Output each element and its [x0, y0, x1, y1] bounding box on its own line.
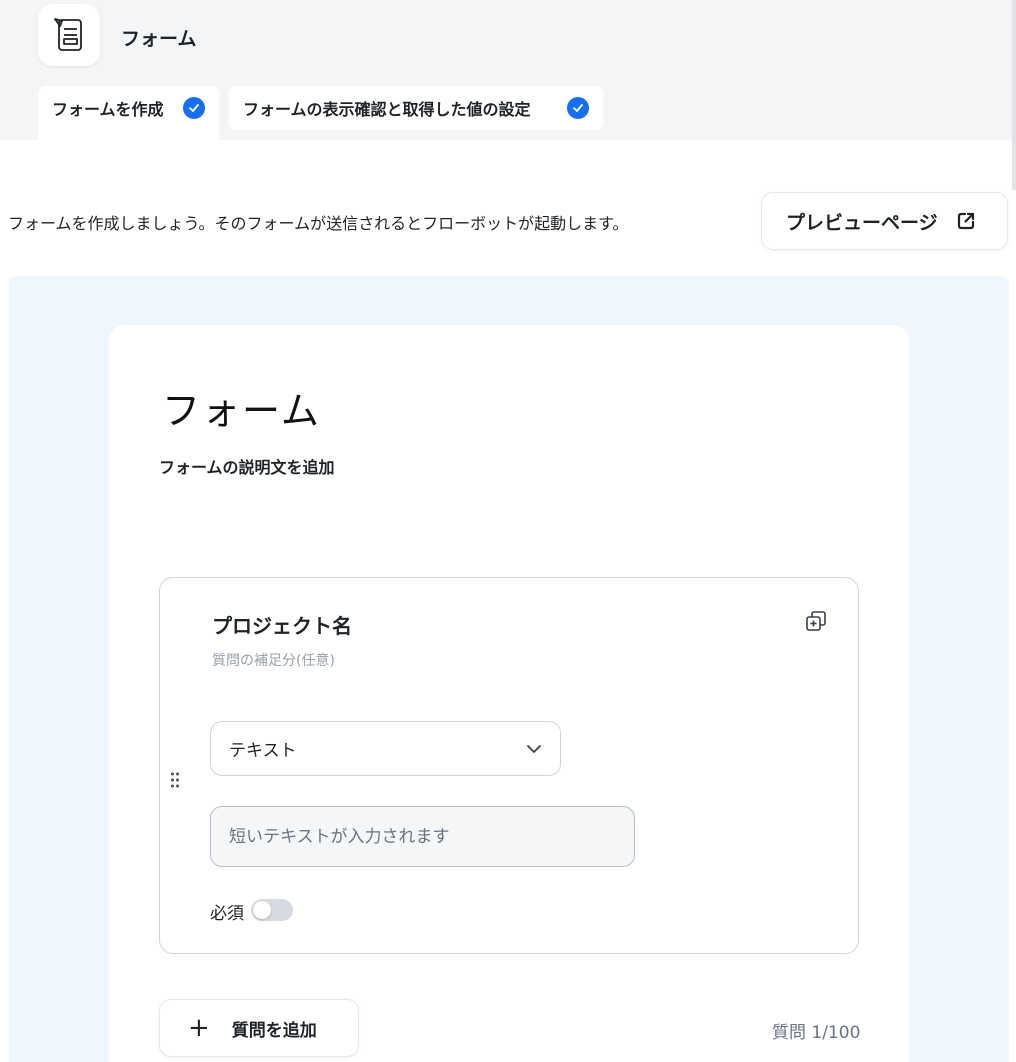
app-icon [38, 4, 100, 66]
question-title[interactable]: プロジェクト名 [212, 610, 352, 639]
add-question-label: 質問を追加 [231, 1020, 317, 1041]
tab-label: フォームの表示確認と取得した値の設定 [243, 100, 531, 119]
form-icon [54, 18, 82, 51]
plus-icon: + [188, 1013, 210, 1043]
required-toggle[interactable] [251, 899, 293, 921]
question-count: 質問 1/100 [772, 1023, 861, 1043]
drag-handle-icon[interactable] [170, 771, 180, 789]
scrollbar[interactable] [1012, 0, 1016, 190]
preview-label: プレビューページ [786, 211, 938, 234]
duplicate-icon[interactable] [804, 609, 828, 633]
chevron-down-icon [526, 744, 542, 754]
question-type-select[interactable]: テキスト [210, 721, 561, 776]
app-title: フォーム [121, 28, 197, 50]
required-label: 必須 [210, 904, 244, 924]
tab-create-form[interactable]: フォームを作成 [38, 86, 219, 140]
check-circle-icon [567, 97, 589, 119]
form-description-field[interactable]: フォームの説明文を追加 [159, 454, 335, 478]
preview-page-button[interactable]: プレビューページ [761, 192, 1008, 250]
question-help-field[interactable]: 質問の補足分(任意) [212, 650, 335, 670]
check-circle-icon [183, 97, 205, 119]
question-type-value: テキスト [229, 741, 297, 761]
add-question-button[interactable]: + 質問を追加 [159, 999, 359, 1057]
external-link-icon [956, 211, 976, 231]
tab-preview-settings[interactable]: フォームの表示確認と取得した値の設定 [229, 86, 603, 130]
tab-label: フォームを作成 [52, 100, 164, 119]
short-text-answer-input[interactable] [210, 806, 635, 867]
form-title[interactable]: フォーム [162, 380, 321, 435]
toggle-knob [253, 901, 271, 919]
intro-text: フォームを作成しましょう。そのフォームが送信されるとフローボットが起動します。 [8, 214, 629, 233]
